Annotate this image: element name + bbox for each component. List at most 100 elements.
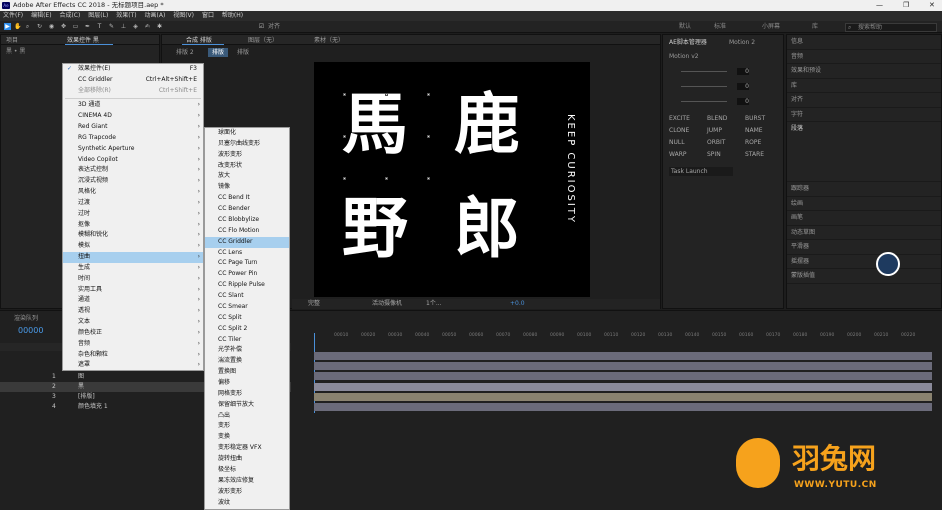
motion-value-2[interactable]: 0 (737, 83, 749, 90)
menu-item-distort[interactable]: 扭曲 › (63, 252, 203, 263)
brush-tool-icon[interactable]: ✎ (108, 23, 115, 30)
transform-handle[interactable] (427, 135, 430, 138)
menu-item[interactable]: RG Trapcode › (63, 133, 203, 144)
panel-wiggler[interactable]: 摇摆器 (787, 255, 941, 269)
menu-item[interactable]: 遮罩 › (63, 360, 203, 371)
tab-footage[interactable]: 素材（无） (314, 36, 344, 45)
submenu-item[interactable]: 放大 (205, 171, 289, 182)
menu-item[interactable]: 3D 通道 › (63, 100, 203, 111)
submenu-item[interactable]: CC Slant (205, 291, 289, 302)
null-button[interactable]: NULL (669, 139, 685, 146)
timecode[interactable]: 00000 (18, 326, 43, 335)
submenu-item[interactable]: 果冻效应修复 (205, 476, 289, 487)
submenu-item[interactable]: CC Page Turn (205, 258, 289, 269)
submenu-item[interactable]: 波形变形 (205, 150, 289, 161)
submenu-item[interactable]: CC Lens (205, 248, 289, 259)
tab-layer[interactable]: 图层（无） (248, 36, 278, 45)
orbit-button[interactable]: ORBIT (707, 139, 725, 146)
camera-tool-icon[interactable]: ◉ (48, 23, 55, 30)
roto-tool-icon[interactable]: ✍ (144, 23, 151, 30)
rope-button[interactable]: ROPE (745, 139, 761, 146)
menu-help[interactable]: 帮助(H) (222, 12, 243, 19)
render-queue-tab[interactable]: 渲染队列 (14, 314, 38, 323)
motion-value-3[interactable]: 0 (737, 98, 749, 105)
panel-motion-sketch[interactable]: 动态草图 (787, 226, 941, 240)
timeline-ruler[interactable]: 00010 00020 00030 00040 00050 00060 0007… (314, 333, 934, 341)
panel-effects-presets[interactable]: 效果和预设 (787, 64, 941, 79)
submenu-item[interactable]: 改变形状 (205, 161, 289, 172)
layer-track[interactable] (314, 352, 932, 360)
menu-file[interactable]: 文件(F) (3, 12, 23, 19)
submenu-item[interactable]: 波形变形 (205, 487, 289, 498)
layer-track[interactable] (314, 383, 932, 391)
submenu-item[interactable]: 变换 (205, 432, 289, 443)
menu-item[interactable]: ✓ 效果控件(E) F3 (63, 64, 203, 75)
submenu-item-cc-griddler[interactable]: CC Griddler (205, 236, 289, 248)
menu-item[interactable]: 过渡 › (63, 198, 203, 209)
composition-canvas[interactable]: 馬 鹿 野 郎 KEEP CURIOSITY (314, 62, 590, 297)
menu-item[interactable]: CC Griddler Ctrl+Alt+Shift+E (63, 75, 203, 86)
panel-paint[interactable]: 绘画 (787, 197, 941, 211)
submenu-item[interactable]: 镜像 (205, 182, 289, 193)
name-button[interactable]: NAME (745, 127, 763, 134)
layer-name[interactable]: 颜色填充 1 (78, 402, 108, 412)
menu-composition[interactable]: 合成(C) (59, 12, 80, 19)
puppet-tool-icon[interactable]: ✱ (156, 23, 163, 30)
panel-tracker[interactable]: 跟踪器 (787, 182, 941, 197)
submenu-item[interactable]: CC Split 2 (205, 324, 289, 335)
menu-item[interactable]: CINEMA 4D › (63, 111, 203, 122)
submenu-item[interactable]: 保留细节放大 (205, 400, 289, 411)
workspace-small-screen[interactable]: 小屏幕 (762, 21, 780, 33)
tab-project[interactable]: 项目 (6, 36, 18, 45)
help-search-input[interactable]: ⌕ 搜索帮助 (845, 23, 937, 32)
panel-align[interactable]: 对齐 (787, 93, 941, 108)
submenu-item[interactable]: 变形 (205, 421, 289, 432)
menu-item[interactable]: 过时 › (63, 209, 203, 220)
submenu-item[interactable]: CC Blobbylize (205, 215, 289, 226)
panel-library[interactable]: 库 (787, 79, 941, 93)
layer-track[interactable] (314, 403, 932, 411)
menu-item[interactable]: 模糊和锐化 › (63, 230, 203, 241)
layer-name[interactable]: 图 (78, 372, 84, 382)
transform-handle[interactable] (427, 93, 430, 96)
submenu-item[interactable]: CC Ripple Pulse (205, 280, 289, 291)
menu-edit[interactable]: 编辑(E) (31, 12, 51, 19)
submenu-item[interactable]: 光学补偿 (205, 345, 289, 356)
burst-button[interactable]: BURST (745, 115, 765, 122)
selection-tool-icon[interactable]: ▶ (4, 23, 11, 30)
clone-button[interactable]: CLONE (669, 127, 689, 134)
transform-handle[interactable] (343, 177, 346, 180)
layer-name[interactable]: 黑 (78, 382, 84, 392)
submenu-item[interactable]: CC Bend It (205, 193, 289, 204)
transform-handle[interactable] (385, 177, 388, 180)
transform-handle[interactable] (343, 135, 346, 138)
submenu-item[interactable]: 变形稳定器 VFX (205, 443, 289, 454)
menu-window[interactable]: 窗口 (202, 12, 214, 19)
views-dropdown[interactable]: 1个... (426, 299, 442, 309)
pan-behind-tool-icon[interactable]: ✥ (60, 23, 67, 30)
menu-item[interactable]: 全部移除(R) Ctrl+Shift+E (63, 86, 203, 97)
menu-item[interactable]: Synthetic Aperture › (63, 144, 203, 155)
submenu-item[interactable]: 旋转扭曲 (205, 454, 289, 465)
menu-item[interactable]: 表达式控制 › (63, 165, 203, 176)
pen-tool-icon[interactable]: ✒ (84, 23, 91, 30)
workspace-standard[interactable]: 标准 (714, 21, 726, 33)
submenu-item[interactable]: CC Power Pin (205, 269, 289, 280)
motion-value-1[interactable]: 0 (737, 68, 749, 75)
submenu-item[interactable]: 球面化 (205, 128, 289, 139)
submenu-item[interactable]: 凸出 (205, 411, 289, 422)
submenu-item[interactable]: CC Smear (205, 302, 289, 313)
submenu-item[interactable]: CC Flo Motion (205, 226, 289, 237)
task-launch-dropdown[interactable]: Task Launch (669, 167, 733, 176)
close-icon[interactable]: ✕ (929, 0, 935, 11)
layer-track[interactable] (314, 393, 932, 401)
transform-handle[interactable] (343, 93, 346, 96)
blend-button[interactable]: BLEND (707, 115, 727, 122)
menu-item[interactable]: 颜色校正 › (63, 328, 203, 339)
panel-brushes[interactable]: 画笔 (787, 211, 941, 226)
menu-item[interactable]: Red Giant › (63, 122, 203, 133)
layer-name[interactable]: [排版] (78, 392, 95, 402)
panel-audio[interactable]: 音频 (787, 50, 941, 64)
menu-view[interactable]: 视图(V) (173, 12, 194, 19)
layer-track[interactable] (314, 372, 932, 380)
